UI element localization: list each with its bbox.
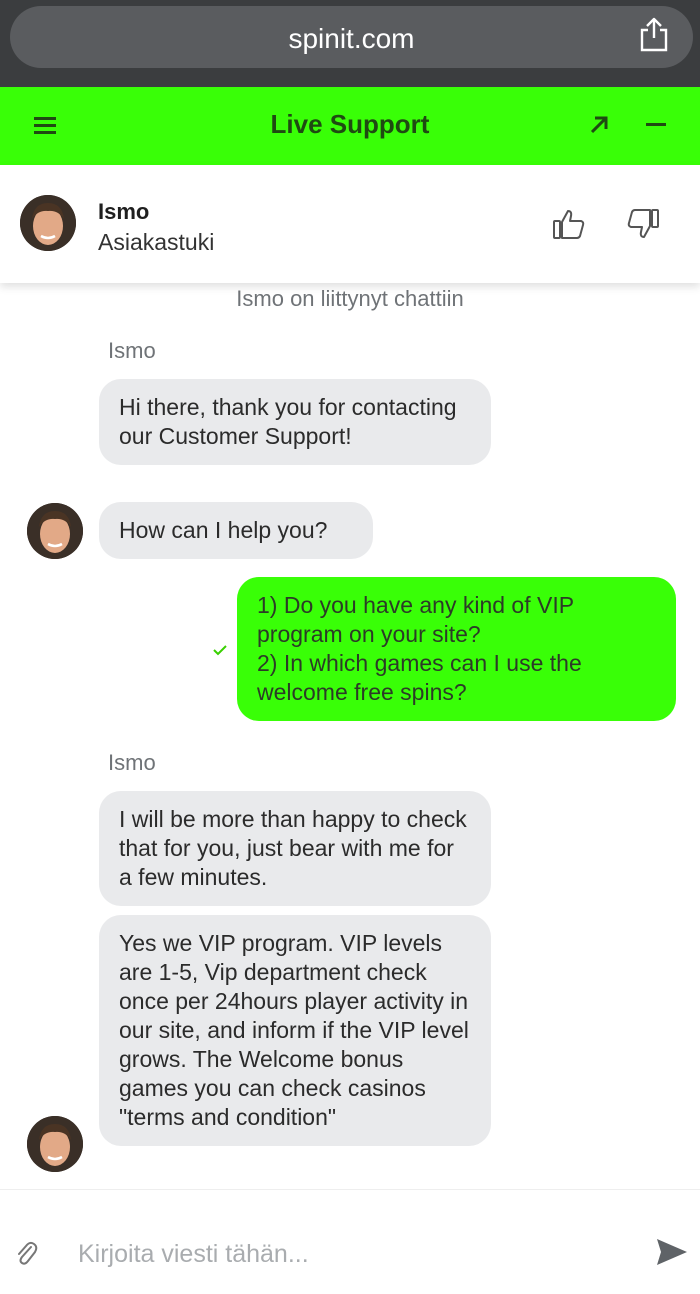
- sender-label: Ismo: [108, 750, 156, 775]
- share-icon[interactable]: [638, 16, 670, 52]
- system-message: Ismo on liittynyt chattiin: [236, 286, 464, 311]
- chat-transcript[interactable]: Ismo on liittynyt chattiin Ismo Hi there…: [0, 283, 700, 1189]
- paperclip-icon[interactable]: [14, 1238, 38, 1266]
- thumbs-down-icon[interactable]: [626, 207, 660, 241]
- agent-bar: Ismo Asiakastuki: [0, 165, 700, 283]
- message-composer: [0, 1189, 700, 1294]
- agent-avatar: [27, 1116, 83, 1172]
- message-input[interactable]: [78, 1236, 618, 1272]
- agent-avatar: [27, 503, 83, 559]
- browser-bar: spinit.com: [0, 0, 700, 87]
- agent-avatar: [20, 195, 76, 251]
- send-icon[interactable]: [656, 1238, 688, 1266]
- delivered-check-icon: [213, 645, 227, 656]
- agent-name: Ismo: [98, 199, 150, 224]
- chat-header: Live Support: [0, 87, 700, 165]
- url-text[interactable]: spinit.com: [10, 23, 693, 55]
- agent-message: Yes we VIP program. VIP levels are 1-5, …: [99, 915, 491, 1146]
- agent-role: Asiakastuki: [98, 229, 215, 255]
- agent-message: I will be more than happy to check that …: [99, 791, 491, 906]
- agent-message: Hi there, thank you for contacting our C…: [99, 379, 491, 465]
- expand-arrow-icon[interactable]: [588, 114, 610, 136]
- sender-label: Ismo: [108, 338, 156, 363]
- user-message: 1) Do you have any kind of VIP program o…: [237, 577, 676, 721]
- agent-message: How can I help you?: [99, 502, 373, 559]
- thumbs-up-icon[interactable]: [552, 207, 586, 241]
- minimize-icon[interactable]: [646, 123, 666, 127]
- address-bar[interactable]: spinit.com: [10, 6, 693, 68]
